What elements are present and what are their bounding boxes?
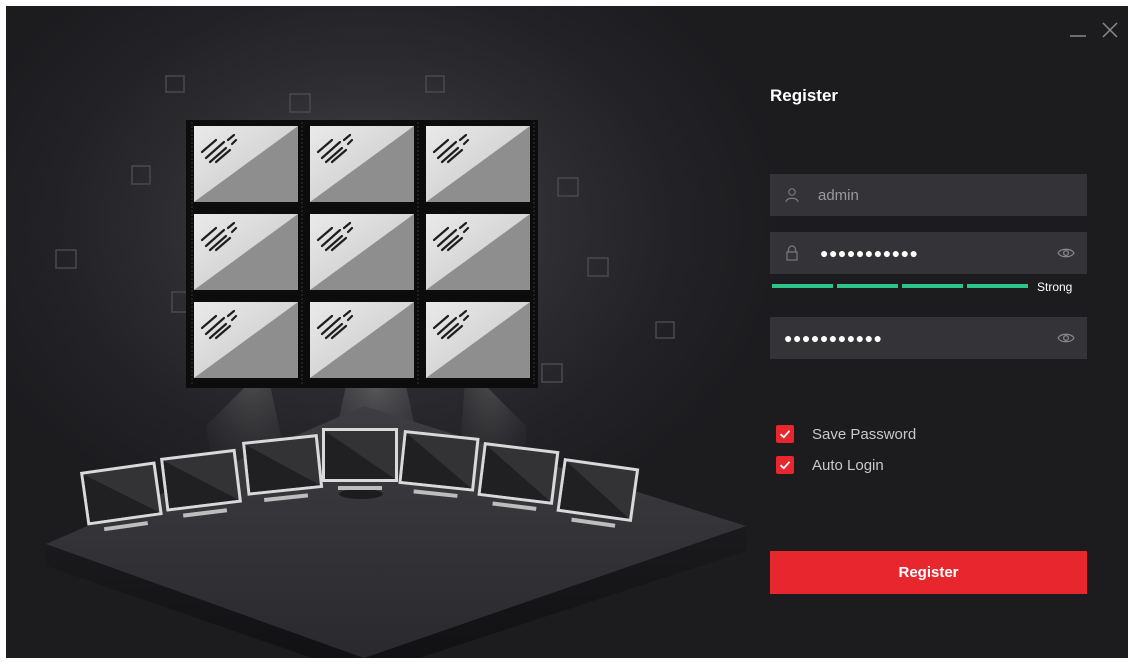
video-wall-illustration <box>46 75 746 658</box>
close-icon <box>1102 22 1118 38</box>
strength-segment <box>772 284 833 288</box>
register-title: Register <box>770 86 839 105</box>
password-input[interactable]: ●●●●●●●●●●● <box>820 232 919 274</box>
auto-login-checkbox-row[interactable]: Auto Login <box>776 455 884 475</box>
strength-segment <box>967 284 1028 288</box>
auto-login-label: Auto Login <box>812 456 884 474</box>
check-icon <box>779 430 791 439</box>
password-field[interactable]: ●●●●●●●●●●● <box>770 232 1087 274</box>
confirm-password-input[interactable]: ●●●●●●●●●●● <box>784 317 883 359</box>
confirm-password-field[interactable]: ●●●●●●●●●●● <box>770 317 1087 359</box>
password-strength-meter <box>772 284 1028 288</box>
eye-icon[interactable] <box>1057 330 1075 346</box>
user-icon <box>785 188 799 203</box>
eye-icon[interactable] <box>1057 245 1075 261</box>
lock-icon <box>786 245 798 261</box>
auto-login-checkbox[interactable] <box>776 456 794 474</box>
strength-label: Strong <box>1037 280 1073 294</box>
strength-segment <box>902 284 963 288</box>
register-window: Register ●●●●●●●●●●● Strong ●●●●●●●●●●● <box>6 6 1128 658</box>
close-button[interactable] <box>1096 16 1124 44</box>
minimize-button[interactable] <box>1064 16 1092 44</box>
minimize-icon <box>1070 35 1086 37</box>
username-input[interactable] <box>818 174 1068 216</box>
username-field[interactable] <box>770 174 1087 216</box>
strength-segment <box>837 284 898 288</box>
save-password-label: Save Password <box>812 425 917 443</box>
check-icon <box>779 461 791 470</box>
save-password-checkbox[interactable] <box>776 425 794 443</box>
register-button[interactable]: Register <box>770 551 1087 594</box>
save-password-checkbox-row[interactable]: Save Password <box>776 424 916 444</box>
